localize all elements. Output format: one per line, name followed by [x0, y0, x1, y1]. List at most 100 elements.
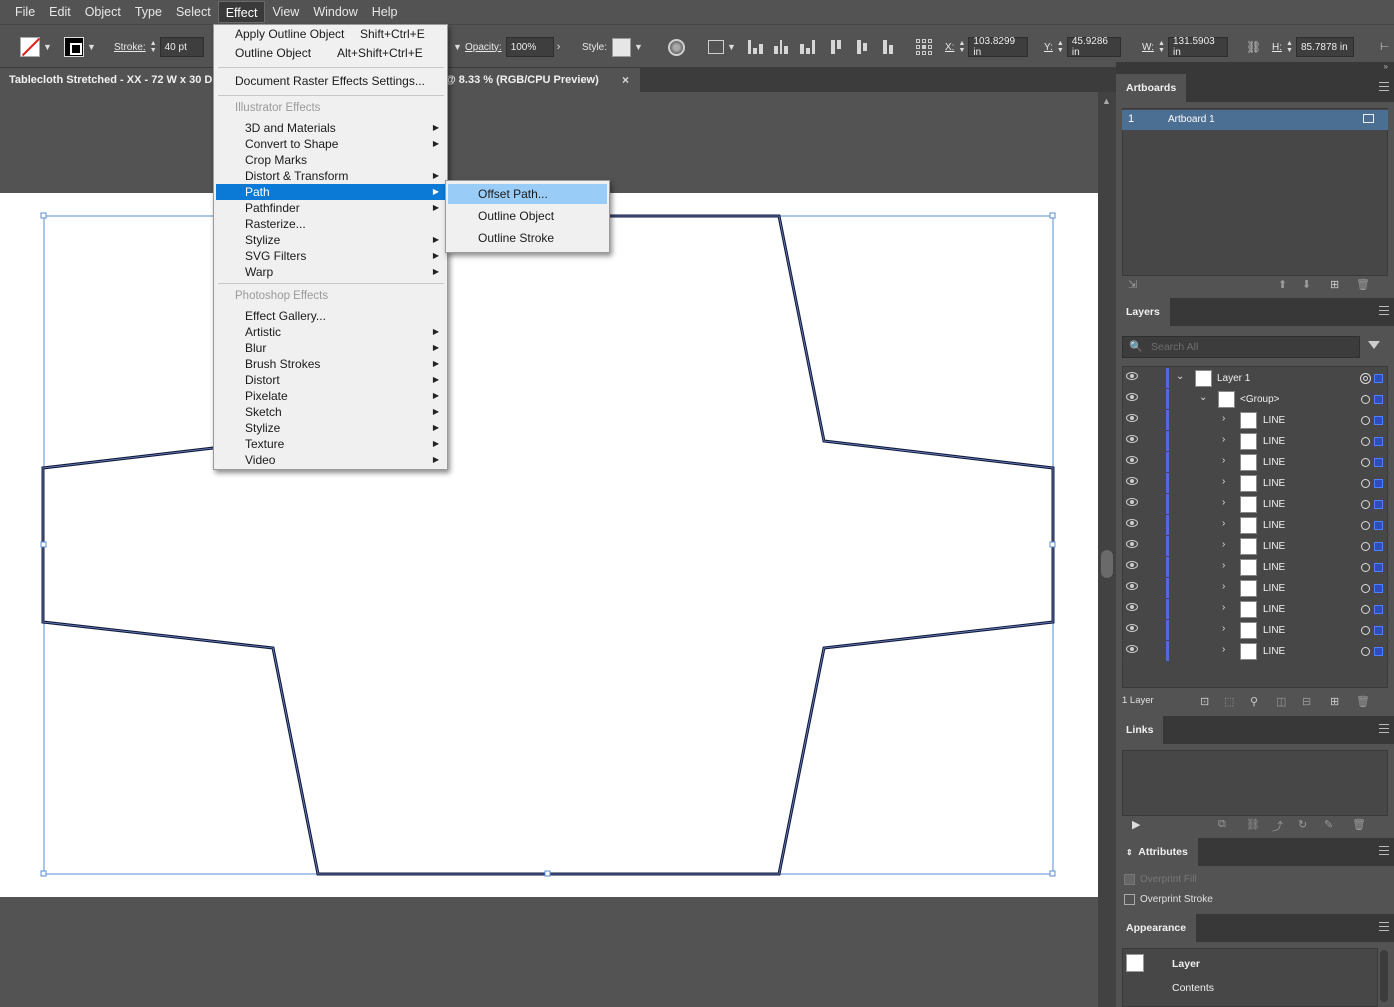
- recolor-icon[interactable]: [668, 36, 685, 58]
- chevron-right-icon[interactable]: ›: [1222, 518, 1225, 529]
- menu-item-convert-to-shape[interactable]: Convert to Shape ▶: [216, 136, 445, 152]
- layer-row-line[interactable]: › LINE: [1122, 431, 1390, 452]
- layer-row-line[interactable]: › LINE: [1122, 641, 1390, 662]
- tab-artboards[interactable]: Artboards: [1116, 74, 1187, 102]
- visibility-eye-icon[interactable]: [1126, 561, 1138, 569]
- align-bottom-icon[interactable]: [883, 36, 893, 58]
- visibility-eye-icon[interactable]: [1126, 477, 1138, 485]
- relink-icon[interactable]: ⛓: [1246, 818, 1260, 831]
- chevron-right-icon[interactable]: ›: [1222, 455, 1225, 466]
- selection-indicator[interactable]: [1374, 416, 1383, 425]
- menu-item-3d-and-materials[interactable]: 3D and Materials ▶: [216, 120, 445, 136]
- visibility-eye-icon[interactable]: [1126, 540, 1138, 548]
- menu-item-sketch[interactable]: Sketch ▶: [216, 404, 445, 420]
- y-stepper[interactable]: ▲ ▼: [1057, 40, 1064, 54]
- align-right-icon[interactable]: [800, 36, 815, 58]
- selection-indicator[interactable]: [1374, 374, 1383, 383]
- filter-icon[interactable]: [1368, 341, 1380, 349]
- stroke-color-control[interactable]: ▼: [64, 36, 96, 58]
- panel-menu-icon[interactable]: [1379, 82, 1389, 91]
- menu-file[interactable]: File: [8, 1, 42, 23]
- stroke-weight-field[interactable]: 40 pt: [159, 37, 204, 57]
- target-icon[interactable]: [1361, 458, 1370, 467]
- menu-item-pixelate[interactable]: Pixelate ▶: [216, 388, 445, 404]
- expand-icon[interactable]: ⇕: [1126, 848, 1133, 857]
- chevron-right-icon[interactable]: ›: [1222, 497, 1225, 508]
- layer-name[interactable]: LINE: [1263, 478, 1285, 489]
- menu-item-rasterize[interactable]: Rasterize...: [216, 216, 445, 232]
- stroke-swatch[interactable]: [64, 37, 84, 57]
- selection-indicator[interactable]: [1374, 458, 1383, 467]
- menu-item-pathfinder[interactable]: Pathfinder ▶: [216, 200, 445, 216]
- move-down-icon[interactable]: ⬇: [1302, 278, 1311, 291]
- transform-icon[interactable]: ▼: [708, 36, 736, 58]
- menu-effect[interactable]: Effect: [217, 1, 266, 23]
- layer-row-line[interactable]: › LINE: [1122, 515, 1390, 536]
- layer-row-line[interactable]: › LINE: [1122, 473, 1390, 494]
- collapse-dock-icon[interactable]: »: [1384, 62, 1388, 71]
- target-icon[interactable]: [1361, 542, 1370, 551]
- panel-menu-icon[interactable]: [1379, 306, 1389, 315]
- locate-object-icon[interactable]: ⬚: [1224, 695, 1234, 708]
- update-link-icon[interactable]: ↻: [1298, 818, 1307, 831]
- menu-item-document-raster-effects-settings[interactable]: Document Raster Effects Settings...: [216, 72, 445, 91]
- menu-edit[interactable]: Edit: [42, 1, 78, 23]
- selection-indicator[interactable]: [1374, 500, 1383, 509]
- menu-object[interactable]: Object: [78, 1, 128, 23]
- w-field[interactable]: 131.5903 in: [1167, 36, 1228, 58]
- graphic-style-swatch[interactable]: [612, 37, 632, 57]
- visibility-eye-icon[interactable]: [1126, 603, 1138, 611]
- layer-name[interactable]: LINE: [1263, 541, 1285, 552]
- stroke-stepper[interactable]: ▲ ▼: [150, 40, 157, 54]
- selection-indicator[interactable]: [1374, 479, 1383, 488]
- menu-item-brush-strokes[interactable]: Brush Strokes ▶: [216, 356, 445, 372]
- submenu-item-outline-stroke[interactable]: Outline Stroke: [448, 228, 607, 248]
- chevron-right-icon[interactable]: ›: [1222, 413, 1225, 424]
- layer-name[interactable]: LINE: [1263, 562, 1285, 573]
- menu-item-effect-gallery[interactable]: Effect Gallery...: [216, 308, 445, 324]
- menu-item-warp[interactable]: Warp ▶: [216, 264, 445, 280]
- layer-name[interactable]: LINE: [1263, 436, 1285, 447]
- visibility-eye-icon[interactable]: [1126, 645, 1138, 653]
- selection-indicator[interactable]: [1374, 542, 1383, 551]
- h-stepper[interactable]: ▲ ▼: [1286, 40, 1293, 54]
- menu-item-stylize[interactable]: Stylize ▶: [216, 232, 445, 248]
- tab-attributes[interactable]: ⇕ Attributes: [1116, 838, 1198, 866]
- fill-none-swatch[interactable]: [20, 37, 40, 57]
- bounding-box-handles[interactable]: [40, 212, 1056, 877]
- target-icon[interactable]: [1361, 500, 1370, 509]
- new-layer-icon[interactable]: ⊞: [1330, 695, 1339, 708]
- chevron-right-icon[interactable]: ›: [1222, 560, 1225, 571]
- target-icon[interactable]: [1361, 395, 1370, 404]
- layer-row-line[interactable]: › LINE: [1122, 578, 1390, 599]
- submenu-item-outline-object[interactable]: Outline Object: [448, 206, 607, 226]
- stroke-label[interactable]: Stroke:: [114, 42, 146, 53]
- menu-select[interactable]: Select: [169, 1, 218, 23]
- delete-link-icon[interactable]: 🗑: [1352, 818, 1366, 831]
- layer-row-line[interactable]: › LINE: [1122, 557, 1390, 578]
- constrain-proportions-icon[interactable]: ⛓: [1246, 36, 1261, 58]
- target-icon[interactable]: [1361, 647, 1370, 656]
- scrollbar-thumb[interactable]: [1101, 550, 1113, 578]
- opacity-label[interactable]: Opacity:: [465, 42, 502, 53]
- target-icon[interactable]: [1361, 521, 1370, 530]
- menu-view[interactable]: View: [265, 1, 306, 23]
- clipping-mask-icon[interactable]: ◫: [1276, 695, 1286, 708]
- edit-original-icon[interactable]: ✎: [1324, 818, 1333, 831]
- menu-item-crop-marks[interactable]: Crop Marks: [216, 152, 445, 168]
- layer-row-line[interactable]: › LINE: [1122, 620, 1390, 641]
- visibility-eye-icon[interactable]: [1126, 393, 1138, 401]
- layer-name[interactable]: LINE: [1263, 646, 1285, 657]
- target-icon[interactable]: [1361, 437, 1370, 446]
- layer-name[interactable]: <Group>: [1240, 394, 1279, 405]
- visibility-eye-icon[interactable]: [1126, 624, 1138, 632]
- artboard-row[interactable]: 1 Artboard 1: [1122, 110, 1388, 130]
- chevron-down-icon[interactable]: ▼: [43, 42, 52, 52]
- delete-artboard-icon[interactable]: 🗑: [1356, 278, 1370, 291]
- h-field[interactable]: 85.7878 in: [1295, 37, 1354, 57]
- rearrange-artboards-icon[interactable]: ⇲: [1128, 278, 1137, 291]
- delete-layer-icon[interactable]: 🗑: [1356, 695, 1370, 708]
- tab-links[interactable]: Links: [1116, 716, 1164, 744]
- x-stepper[interactable]: ▲ ▼: [958, 40, 965, 54]
- play-icon[interactable]: ▶: [1132, 818, 1140, 831]
